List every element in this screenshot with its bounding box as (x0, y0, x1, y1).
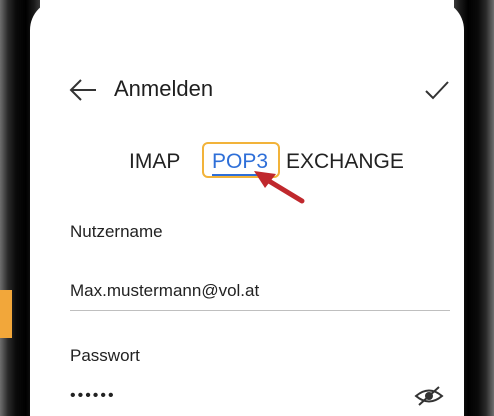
check-icon[interactable] (424, 78, 450, 102)
page-title: Anmelden (114, 76, 214, 101)
username-divider (70, 310, 450, 311)
app-header: Anmelden (30, 70, 464, 110)
arrow-left-icon[interactable] (68, 78, 98, 102)
password-label: Passwort (70, 346, 140, 365)
annotation-arrow-icon (254, 171, 305, 204)
eye-off-icon[interactable] (414, 384, 444, 408)
username-input[interactable]: Max.mustermann@vol.at (70, 281, 259, 301)
account-type-tabs: IMAP POP3 EXCHANGE (30, 142, 464, 182)
tab-imap[interactable]: IMAP (129, 150, 180, 174)
phone-screen: Anmelden IMAP POP3 EXCHANGE Nutzername M… (30, 0, 464, 416)
username-label: Nutzername (70, 222, 163, 241)
edge-accent-tab (0, 290, 12, 338)
screenshot-frame: Anmelden IMAP POP3 EXCHANGE Nutzername M… (0, 0, 494, 416)
password-input[interactable]: •••••• (70, 387, 116, 405)
